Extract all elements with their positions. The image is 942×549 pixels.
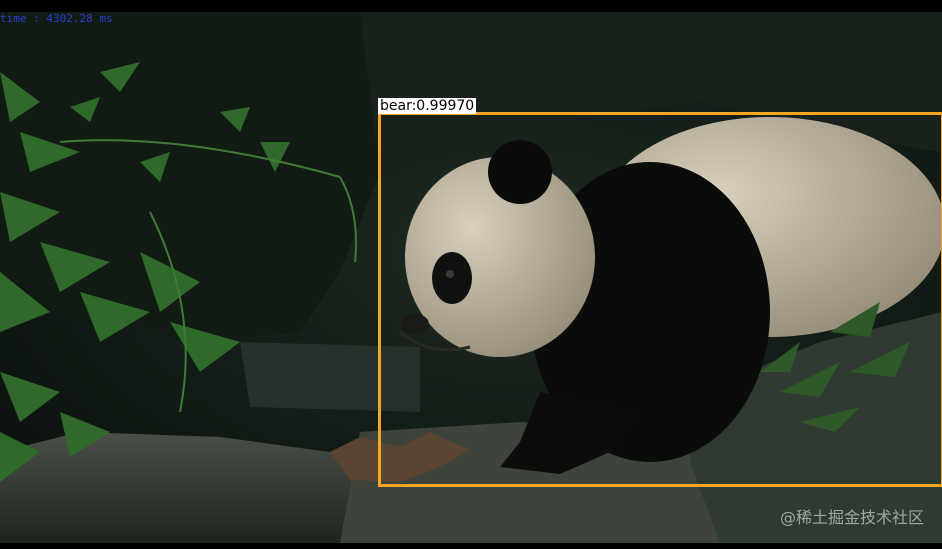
bottom-letterbox (0, 543, 942, 549)
inference-time-text: time : 4302.28 ms (0, 12, 113, 25)
detection-label: bear:0.99970 (378, 98, 477, 114)
top-letterbox (0, 0, 942, 12)
detection-bounding-box (378, 112, 942, 487)
watermark-text: @稀土掘金技术社区 (779, 508, 924, 527)
rock-wall-left (0, 12, 380, 342)
